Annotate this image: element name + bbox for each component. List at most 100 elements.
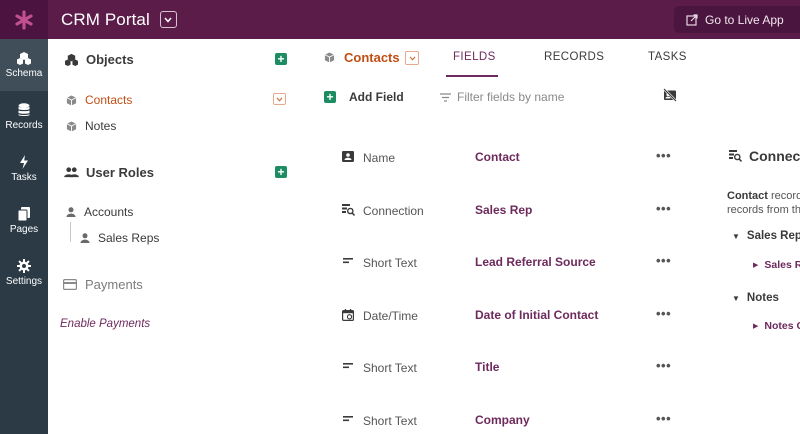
field-more-button[interactable]: ••• — [656, 253, 671, 268]
filter-fields — [440, 90, 607, 104]
user-icon — [80, 233, 90, 243]
app-window: CRM Portal Go to Live App Schema Records… — [0, 0, 800, 434]
short-text-icon — [343, 258, 353, 264]
app-menu-dropdown[interactable] — [159, 11, 177, 28]
rail-item-tasks[interactable]: Tasks — [0, 143, 48, 195]
add-object-button[interactable]: + — [275, 53, 287, 65]
field-row[interactable]: Connection Sales Rep ••• — [336, 201, 676, 221]
cube-icon — [66, 120, 77, 132]
calendar-icon — [342, 309, 354, 321]
object-options-dropdown[interactable] — [405, 51, 419, 65]
app-logo[interactable] — [0, 0, 48, 39]
cube-icon — [66, 94, 77, 106]
chevron-down-icon — [164, 17, 172, 23]
hide-fields-button[interactable] — [663, 88, 677, 107]
role-item-sales-reps[interactable]: Sales Reps — [80, 231, 159, 245]
filter-icon — [440, 92, 451, 102]
object-title: Contacts — [344, 50, 400, 65]
filter-fields-input[interactable] — [457, 90, 607, 104]
connection-group-label: Notes — [746, 292, 779, 304]
field-row[interactable]: Short Text Lead Referral Source ••• — [336, 253, 676, 273]
field-name[interactable]: Title — [475, 360, 499, 374]
tab-fields[interactable]: FIELDS — [453, 51, 496, 63]
connection-icon — [729, 150, 742, 162]
go-to-live-app-button[interactable]: Go to Live App — [674, 6, 800, 33]
cube-icon — [324, 52, 335, 63]
tab-records[interactable]: RECORDS — [544, 51, 604, 63]
top-bar: CRM Portal Go to Live App — [0, 0, 800, 39]
payments-heading: Payments — [63, 277, 143, 292]
connection-group-label: Sales Reps — [746, 230, 800, 242]
field-more-button[interactable]: ••• — [656, 358, 671, 373]
chevron-down-icon — [276, 96, 283, 102]
rail-item-pages[interactable]: Pages — [0, 195, 48, 247]
object-item-label: Notes — [85, 119, 117, 133]
objects-icon — [65, 53, 78, 66]
rail-label-settings: Settings — [5, 276, 43, 287]
connections-title-label: Connections — [749, 148, 800, 164]
object-item-contacts[interactable]: Contacts — [66, 93, 132, 107]
rail-item-settings[interactable]: Settings — [0, 247, 48, 299]
connection-item-label: Sales Reps — [764, 259, 800, 271]
field-type: Short Text — [363, 414, 417, 428]
database-icon — [18, 103, 30, 116]
connection-item[interactable]: ▶ Sales Reps — [753, 259, 800, 271]
object-item-label: Contacts — [85, 93, 133, 107]
caret-right-icon: ▶ — [753, 323, 759, 330]
app-title: CRM Portal — [61, 9, 150, 29]
connections-title: Connections — [729, 148, 800, 164]
desc-line2: records from th — [727, 204, 800, 216]
field-type: Date/Time — [363, 309, 418, 323]
contacts-options-dropdown[interactable] — [273, 93, 286, 105]
rail-item-records[interactable]: Records — [0, 91, 48, 143]
gear-icon — [17, 259, 31, 273]
field-name[interactable]: Contact — [475, 150, 520, 164]
external-link-icon — [686, 13, 698, 26]
connection-item[interactable]: ▶ Notes C — [753, 320, 800, 332]
field-row[interactable]: Date/Time Date of Initial Contact ••• — [336, 306, 676, 326]
field-more-button[interactable]: ••• — [656, 201, 671, 216]
rail-item-schema[interactable]: Schema — [0, 39, 48, 91]
asterisk-logo-icon — [15, 9, 33, 30]
field-name[interactable]: Lead Referral Source — [475, 255, 596, 269]
add-user-role-button[interactable]: + — [275, 166, 287, 178]
field-name[interactable]: Date of Initial Contact — [475, 308, 598, 322]
short-text-icon — [343, 416, 353, 422]
short-text-icon — [343, 363, 353, 369]
tree-connector — [70, 222, 71, 242]
rail-label-records: Records — [5, 120, 43, 131]
field-row[interactable]: Short Text Company ••• — [336, 411, 676, 431]
connection-icon — [342, 204, 355, 216]
field-row[interactable]: Name Contact ••• — [336, 148, 676, 168]
plus-icon: + — [324, 91, 336, 103]
enable-payments-link[interactable]: Enable Payments — [60, 318, 150, 330]
role-item-label: Sales Reps — [98, 231, 160, 245]
field-row[interactable]: Short Text Title ••• — [336, 358, 676, 378]
field-more-button[interactable]: ••• — [656, 306, 671, 321]
id-card-icon — [342, 151, 354, 162]
rail-label-schema: Schema — [5, 68, 43, 79]
field-more-button[interactable]: ••• — [656, 411, 671, 426]
field-name[interactable]: Sales Rep — [475, 203, 532, 217]
id-card-hidden-icon — [663, 88, 677, 102]
rail-label-tasks: Tasks — [11, 172, 37, 183]
connection-group-notes[interactable]: ▼ Notes — [732, 292, 779, 304]
tab-tasks[interactable]: TASKS — [648, 51, 687, 63]
chevron-down-icon — [409, 55, 415, 61]
user-roles-heading: User Roles — [64, 165, 154, 180]
field-name[interactable]: Company — [475, 413, 530, 427]
object-item-notes[interactable]: Notes — [66, 119, 116, 133]
field-more-button[interactable]: ••• — [656, 148, 671, 163]
active-tab-indicator — [446, 75, 498, 77]
pages-icon — [18, 207, 30, 221]
add-field-label: Add Field — [349, 90, 404, 104]
field-type: Connection — [363, 204, 424, 218]
credit-card-icon — [63, 279, 77, 290]
add-field-button[interactable]: + Add Field — [324, 90, 404, 104]
caret-right-icon: ▶ — [753, 262, 759, 269]
connections-panel: Connections Contact records records from… — [705, 120, 800, 434]
objects-heading-label: Objects — [86, 52, 134, 67]
objects-panel: Objects + Contacts Notes User Roles + Ac… — [48, 39, 300, 434]
connection-group-sales-reps[interactable]: ▼ Sales Reps — [732, 230, 800, 242]
role-item-accounts[interactable]: Accounts — [66, 205, 133, 219]
